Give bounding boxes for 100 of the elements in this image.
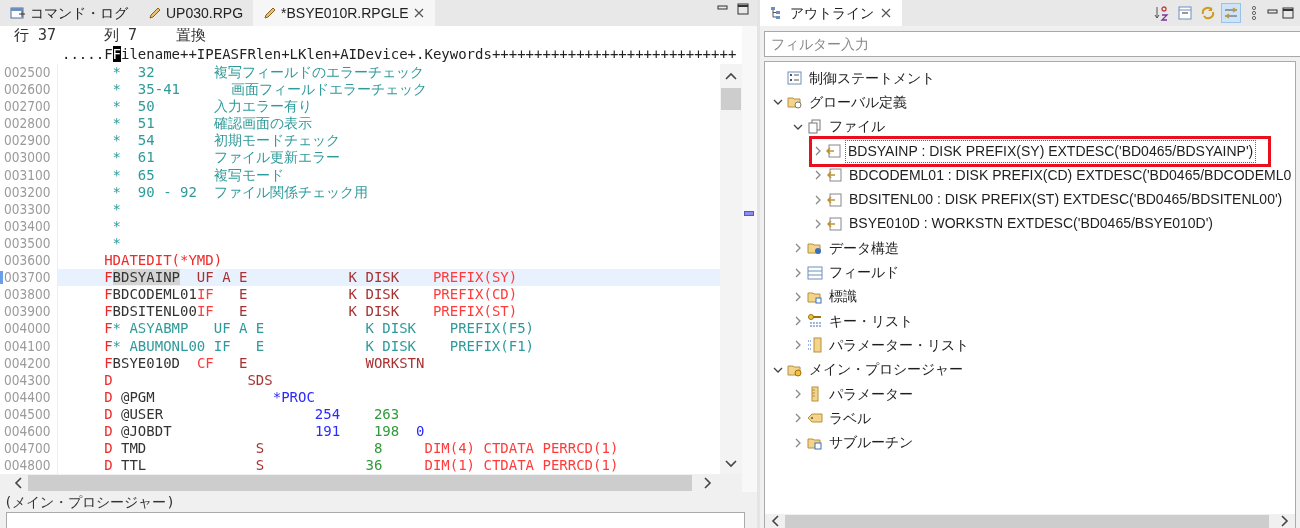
line-number: 004500: [0, 405, 58, 423]
folder-info-icon: [807, 240, 823, 257]
tree-item[interactable]: グローバル定義: [806, 90, 910, 114]
key-list-icon: [807, 313, 823, 330]
chevron-right-icon[interactable]: [793, 243, 803, 254]
scroll-left-icon[interactable]: [771, 515, 779, 527]
tree-item[interactable]: パラメーター・リスト: [826, 333, 972, 357]
annotation-marker[interactable]: [744, 211, 754, 216]
collapse-all-icon: [1177, 5, 1193, 21]
scroll-left-icon[interactable]: [14, 477, 22, 489]
folder-gear-icon: [787, 94, 803, 111]
cursor-column-status: 列 7: [104, 26, 139, 44]
scroll-up-icon[interactable]: [725, 72, 737, 80]
code-line: HDATEDIT(*YMD): [103, 252, 224, 270]
tree-item[interactable]: サブルーチン: [826, 431, 916, 455]
tree-item[interactable]: 制御ステートメント: [806, 66, 938, 90]
parameter-list-icon: [807, 337, 823, 354]
code-line: * 51 確認画面の表示: [111, 115, 313, 133]
code-line: D SDS: [103, 371, 274, 389]
code-line: * 32 複写フィールドのエラーチェック: [111, 64, 425, 82]
chevron-right-icon[interactable]: [793, 267, 803, 278]
line-number: 003600: [0, 252, 58, 270]
line-number: 004300: [0, 371, 58, 389]
line-number: 004000: [0, 320, 58, 338]
line-number: 002500: [0, 64, 58, 82]
tree-item[interactable]: データ構造: [826, 236, 902, 260]
tree-item[interactable]: BDCODEML01 : DISK PREFIX(CD) EXTDESC('BD0465/BDCODEML0: [846, 163, 1295, 187]
code-line: * 65 複写モード: [111, 166, 285, 184]
code-line: D @USER 254 263: [103, 405, 401, 423]
chevron-right-icon[interactable]: [793, 291, 803, 302]
vertical-scrollbar[interactable]: [720, 64, 742, 474]
filter-field[interactable]: フィルター入力: [764, 31, 1300, 57]
fields-icon: [807, 264, 823, 281]
line-number: 004700: [0, 440, 58, 458]
horizontal-scrollbar[interactable]: [0, 474, 742, 492]
close-icon[interactable]: [880, 7, 892, 19]
chevron-right-icon[interactable]: [793, 389, 803, 399]
code-line: * 54 初期モードチェック: [111, 132, 341, 150]
code-line: D @JOBDT 191 198 0: [103, 422, 426, 441]
code-line: FBSYE010D CF E WORKSTN: [103, 354, 426, 372]
edit-mode-status: 置換: [176, 26, 206, 44]
console-icon: [10, 6, 26, 20]
sync-arrows-icon: [1200, 5, 1216, 21]
scroll-right-icon[interactable]: [1281, 515, 1289, 527]
line-number: 003300: [0, 200, 58, 218]
code-line: *: [111, 200, 122, 218]
chevron-right-icon[interactable]: [813, 170, 823, 181]
line-number: 003100: [0, 166, 58, 184]
chevron-right-icon[interactable]: [793, 437, 803, 448]
code-line: F* ABUMONL00 IF E K DISK PREFIX(F1): [103, 337, 535, 355]
scroll-down-icon[interactable]: [725, 460, 737, 468]
maximize-icon[interactable]: [737, 3, 749, 15]
line-number: 004200: [0, 354, 58, 372]
chevron-right-icon[interactable]: [813, 146, 823, 157]
chevron-right-icon[interactable]: [793, 413, 803, 424]
outline-tab[interactable]: アウトライン: [760, 0, 902, 26]
editor-tab[interactable]: UP030.RPG: [138, 0, 254, 26]
code-line: D TTL S 36 DIM(1) CTDATA PERRCD(1): [103, 457, 620, 474]
line-number: 004600: [0, 422, 58, 441]
chevron-right-icon[interactable]: [793, 316, 803, 327]
chevron-right-icon[interactable]: [813, 218, 823, 229]
tree-item[interactable]: BSYE010D : WORKSTN EXTDESC('BD0465/BSYE010D'): [846, 212, 1217, 236]
tree-item[interactable]: BDSYAINP : DISK PREFIX(SY) EXTDESC('BD0465/BDSYAINP'): [845, 139, 1257, 163]
tree-item[interactable]: パラメーター: [826, 382, 916, 406]
scroll-right-icon[interactable]: [704, 477, 712, 489]
editor-tab[interactable]: コマンド・ログ: [0, 0, 138, 26]
link-arrows-icon: [1223, 5, 1239, 21]
line-number: 004100: [0, 337, 58, 355]
tree-item[interactable]: フィールド: [826, 261, 902, 284]
editor-tab[interactable]: *BSYE010R.RPGLE: [253, 0, 435, 26]
documents-icon: [807, 118, 823, 135]
close-icon[interactable]: [412, 7, 425, 19]
code-line: * 35-41 画面フィールドエラーチェック: [111, 81, 428, 99]
code-line: *: [111, 234, 122, 253]
tree-item[interactable]: ラベル: [826, 406, 874, 430]
column-ruler: .....FFilename++IPEASFRlen+LKlen+AIDevice+.Keywords+++++++++++++++++++++++++++++: [61, 45, 738, 64]
tree-item[interactable]: メイン・プロシージャー: [806, 358, 966, 382]
sort-az-icon: [1154, 5, 1170, 21]
chevron-right-icon[interactable]: [793, 340, 803, 351]
pencil-icon: [263, 6, 278, 20]
code-line: D @PGM *PROC: [103, 388, 316, 406]
chevron-right-icon[interactable]: [813, 194, 823, 205]
maximize-icon[interactable]: [1282, 7, 1294, 19]
link-arrows-button[interactable]: [1221, 3, 1241, 23]
scrollbar-thumb[interactable]: [721, 88, 741, 110]
code-line: *: [111, 217, 122, 235]
line-number: 003800: [0, 286, 58, 304]
code-line: FBDCODEML01IF E K DISK PREFIX(CD): [103, 286, 519, 304]
tree-item[interactable]: BDSITENL00 : DISK PREFIX(ST) EXTDESC('BD0465/BDSITENL00'): [846, 188, 1286, 212]
line-number: 003400: [0, 217, 58, 235]
line-number: 003200: [0, 183, 58, 201]
tree-item[interactable]: 標識: [826, 285, 860, 309]
code-line: * 61 ファイル更新エラー: [111, 149, 341, 167]
tree-item[interactable]: キー・リスト: [826, 309, 916, 333]
tree-item[interactable]: ファイル: [826, 115, 888, 139]
scrollbar-thumb[interactable]: [28, 475, 692, 491]
line-number: 003900: [0, 303, 58, 321]
context-field[interactable]: [6, 512, 745, 528]
code-line: D TMD S 8 DIM(4) CTDATA PERRCD(1): [103, 440, 620, 458]
collapse-all-button[interactable]: [1175, 3, 1195, 23]
